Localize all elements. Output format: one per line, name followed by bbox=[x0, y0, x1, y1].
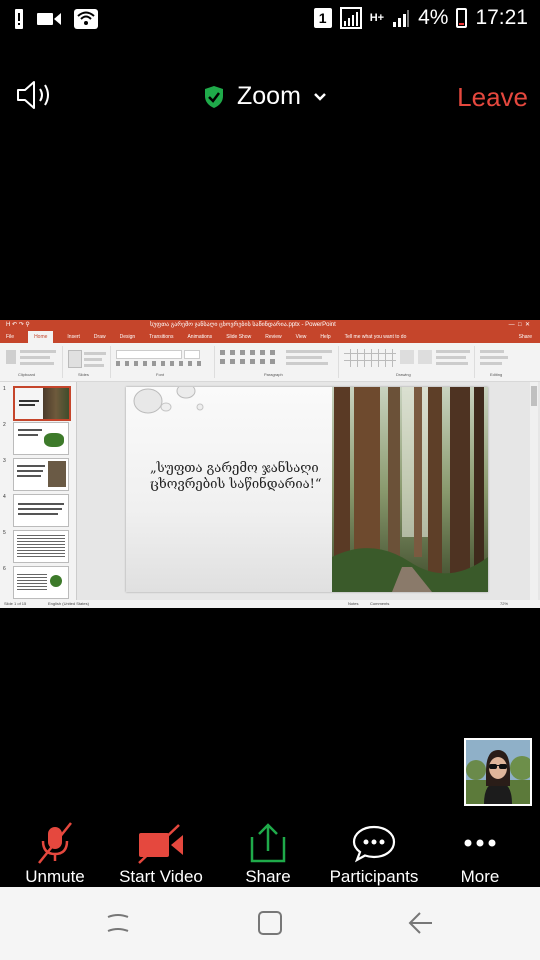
speaker-icon[interactable] bbox=[16, 80, 54, 110]
back-icon[interactable] bbox=[406, 909, 434, 937]
slide-title: „სუფთა გარემო ჯანსაღი ცხოვრების საწინდარ… bbox=[150, 461, 322, 492]
share-screen-icon bbox=[250, 823, 286, 863]
more-button[interactable]: More bbox=[446, 815, 514, 887]
slide-thumbnail-pane: 1 2 3 4 5 6 bbox=[0, 382, 77, 600]
data-icon: H+ bbox=[369, 12, 385, 24]
tell-me-box[interactable]: Tell me what you want to do bbox=[345, 331, 407, 343]
tab-animations[interactable]: Animations bbox=[187, 331, 212, 343]
leave-button[interactable]: Leave bbox=[457, 82, 528, 113]
comments-button[interactable]: Comments bbox=[370, 601, 389, 606]
share-button[interactable]: Share bbox=[228, 815, 308, 887]
participants-button[interactable]: Participants bbox=[322, 815, 426, 887]
wifi-icon bbox=[74, 9, 98, 29]
video-off-icon bbox=[138, 824, 183, 864]
tab-help[interactable]: Help bbox=[320, 331, 330, 343]
ribbon-group-editing: Editing bbox=[476, 346, 536, 378]
share-label: Share bbox=[245, 867, 291, 886]
more-dots-icon bbox=[464, 839, 496, 847]
unmute-label: Unmute bbox=[25, 867, 85, 886]
chevron-down-icon bbox=[314, 92, 326, 101]
muted-microphone-icon bbox=[38, 822, 72, 864]
ribbon: Clipboard Slides Font Paragraph Drawing … bbox=[0, 343, 540, 382]
ribbon-group-font: Font bbox=[112, 346, 215, 378]
tab-draw[interactable]: Draw bbox=[94, 331, 106, 343]
tab-transitions[interactable]: Transitions bbox=[149, 331, 173, 343]
tab-view[interactable]: View bbox=[296, 331, 307, 343]
current-slide[interactable]: „სუფთა გარემო ჯანსაღი ცხოვრების საწინდარ… bbox=[126, 387, 488, 592]
window-title: სუფთა გარემო ჯანსაღი ცხოვრების საწინდარი… bbox=[150, 322, 336, 328]
recents-icon[interactable] bbox=[104, 909, 132, 937]
status-bar: 1 H+ 4% 17:21 bbox=[0, 0, 540, 38]
meeting-toolbar: Unmute Start Video Share Participants Mo… bbox=[0, 815, 540, 887]
forest-photo bbox=[332, 387, 488, 592]
slide-thumbnail[interactable] bbox=[13, 386, 71, 421]
tab-insert[interactable]: Insert bbox=[67, 331, 80, 343]
self-video-thumbnail[interactable] bbox=[464, 738, 532, 806]
notes-button[interactable]: Notes bbox=[348, 601, 358, 606]
tab-design[interactable]: Design bbox=[120, 331, 136, 343]
slide-thumbnail[interactable] bbox=[13, 494, 69, 527]
shared-screen: H ↶ ↷ ⚲ სუფთა გარემო ჯანსაღი ცხოვრების ს… bbox=[0, 320, 540, 608]
sim-icon: 1 bbox=[313, 8, 332, 28]
video-notification-icon bbox=[37, 13, 61, 25]
alert-icon bbox=[15, 9, 23, 29]
vertical-scrollbar[interactable] bbox=[530, 382, 538, 600]
water-drops-decoration bbox=[133, 387, 204, 414]
meeting-header: Zoom Leave bbox=[0, 60, 540, 120]
slide-text-panel: „სუფთა გარემო ჯანსაღი ცხოვრების საწინდარ… bbox=[126, 387, 332, 592]
android-navigation-bar bbox=[0, 887, 540, 960]
language: English (United States) bbox=[48, 601, 89, 606]
ribbon-group-drawing: Drawing bbox=[340, 346, 475, 378]
slide-thumbnail[interactable] bbox=[13, 530, 69, 563]
ribbon-group-label: Slides bbox=[78, 372, 89, 377]
slide-thumbnail[interactable] bbox=[13, 458, 69, 491]
ribbon-group-slides: Slides bbox=[64, 346, 111, 378]
ribbon-group-label: Editing bbox=[490, 372, 503, 377]
more-label: More bbox=[460, 867, 500, 886]
shield-check-icon bbox=[205, 85, 223, 108]
powerpoint-title-bar: H ↶ ↷ ⚲ სუფთა გარემო ჯანსაღი ცხოვრების ს… bbox=[0, 320, 540, 331]
ribbon-group-label: Drawing bbox=[396, 372, 411, 377]
ribbon-tabs: File Home Insert Draw Design Transitions… bbox=[0, 331, 540, 343]
tab-review[interactable]: Review bbox=[265, 331, 281, 343]
zoom-level: 72% bbox=[500, 601, 509, 606]
slide-thumbnail[interactable] bbox=[13, 566, 69, 599]
battery-icon bbox=[456, 8, 468, 28]
ribbon-group-label: Clipboard bbox=[18, 372, 36, 377]
signal-icon bbox=[339, 7, 362, 29]
ribbon-group-clipboard: Clipboard bbox=[2, 346, 63, 378]
slide-count: Slide 1 of 15 bbox=[4, 601, 27, 606]
clock: 17:21 bbox=[475, 6, 528, 29]
powerpoint-status-bar: Slide 1 of 15 English (United States) No… bbox=[0, 600, 540, 608]
tab-home[interactable]: Home bbox=[28, 331, 54, 343]
ribbon-group-paragraph: Paragraph bbox=[216, 346, 339, 378]
meeting-title: Zoom bbox=[237, 82, 301, 110]
battery-percent: 4% bbox=[418, 6, 449, 29]
start-video-label: Start Video bbox=[119, 867, 203, 886]
home-icon[interactable] bbox=[256, 909, 284, 937]
tab-slide-show[interactable]: Slide Show bbox=[226, 331, 251, 343]
meeting-title-button[interactable]: Zoom bbox=[203, 82, 327, 111]
start-video-button[interactable]: Start Video bbox=[108, 815, 214, 887]
powerpoint-workspace: 1 2 3 4 5 6 „სუფთა გარემო ჯანსაღი ცხოვრე… bbox=[0, 382, 540, 600]
participants-label: Participants bbox=[329, 867, 419, 886]
slide-thumbnail[interactable] bbox=[13, 422, 69, 455]
chat-bubble-icon bbox=[352, 825, 396, 863]
signal-icon-2 bbox=[393, 10, 410, 27]
share-link[interactable]: Share bbox=[519, 331, 532, 343]
tab-file[interactable]: File bbox=[6, 331, 14, 343]
unmute-button[interactable]: Unmute bbox=[8, 815, 102, 887]
ribbon-group-label: Paragraph bbox=[264, 372, 283, 377]
ribbon-group-label: Font bbox=[156, 372, 165, 377]
